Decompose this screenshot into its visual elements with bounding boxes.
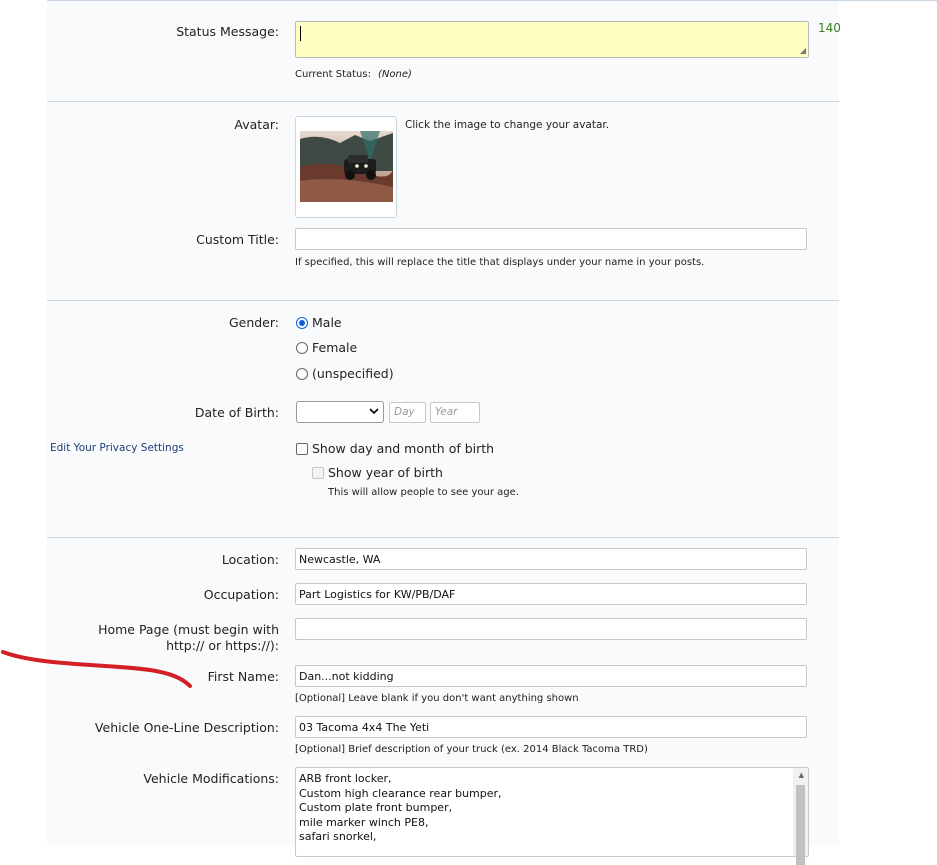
mods-line: safari snorkel, <box>299 830 377 843</box>
scroll-thumb[interactable] <box>796 785 805 865</box>
textarea-scrollbar[interactable]: ▲ <box>793 768 808 865</box>
vehicle-desc-input[interactable]: 03 Tacoma 4x4 The Yeti <box>295 716 807 738</box>
top-border <box>47 0 937 1</box>
location-label: Location: <box>221 552 279 567</box>
gender-option-label: (unspecified) <box>312 366 394 381</box>
dob-month-select[interactable] <box>296 401 384 423</box>
current-status-value: (None) <box>378 69 412 80</box>
homepage-input[interactable] <box>295 618 807 640</box>
show-day-month-label: Show day and month of birth <box>312 441 495 456</box>
first-name-desc: [Optional] Leave blank if you don't want… <box>295 693 579 704</box>
occupation-label: Occupation: <box>203 587 279 602</box>
gender-option-label: Male <box>312 315 342 330</box>
show-day-month-checkbox-row[interactable]: Show day and month of birth <box>296 441 494 457</box>
gender-option-label: Female <box>312 340 358 355</box>
section-divider <box>47 300 839 301</box>
avatar-label: Avatar: <box>234 117 279 132</box>
radio-selected-icon[interactable] <box>296 317 308 329</box>
location-input[interactable]: Newcastle, WA <box>295 548 807 570</box>
mods-line: ARB front locker, <box>299 772 392 785</box>
resize-grip-icon[interactable]: ◢ <box>800 47 806 55</box>
radio-icon[interactable] <box>296 368 308 380</box>
custom-title-desc: If specified, this will replace the titl… <box>295 257 705 268</box>
vehicle-mods-label: Vehicle Modifications: <box>143 771 279 786</box>
dob-label: Date of Birth: <box>194 405 279 420</box>
mods-line: Custom high clearance rear bumper, <box>299 786 502 800</box>
mods-line: Custom plate front bumper, <box>299 801 453 814</box>
gender-unspecified-option[interactable]: (unspecified) <box>296 366 394 382</box>
gender-male-option[interactable]: Male <box>296 315 342 331</box>
vehicle-desc-label: Vehicle One-Line Description: <box>94 720 279 735</box>
avatar-button[interactable] <box>295 116 397 218</box>
vehicle-desc-hint: [Optional] Brief description of your tru… <box>295 744 648 755</box>
checkbox-disabled-icon[interactable] <box>312 467 324 479</box>
status-char-count: 140 <box>818 21 841 35</box>
mods-line: mile marker winch PE8, <box>299 815 429 829</box>
avatar-image[interactable] <box>300 131 393 202</box>
section-divider <box>47 537 839 538</box>
avatar-hint: Click the image to change your avatar. <box>405 119 610 131</box>
scroll-up-arrow-icon[interactable]: ▲ <box>799 771 804 779</box>
gender-label: Gender: <box>228 315 279 330</box>
show-year-label: Show year of birth <box>328 465 443 480</box>
custom-title-input[interactable] <box>295 228 807 250</box>
status-message-input[interactable]: ◢ <box>295 21 809 58</box>
first-name-input[interactable]: Dan...not kidding <box>295 665 807 687</box>
text-caret <box>300 26 301 41</box>
gender-female-option[interactable]: Female <box>296 340 357 356</box>
dob-year-input[interactable]: Year <box>430 402 480 423</box>
show-year-checkbox-row[interactable]: Show year of birth <box>312 465 443 481</box>
vehicle-mods-lines: ARB front locker, Custom high clearance … <box>299 772 502 845</box>
vehicle-mods-textarea[interactable]: ARB front locker, Custom high clearance … <box>295 767 809 865</box>
red-underline-annotation <box>1 650 192 688</box>
current-status-label: Current Status: <box>295 69 371 80</box>
status-message-label: Status Message: <box>176 24 279 39</box>
section-divider <box>47 101 839 102</box>
dob-day-input[interactable]: Day <box>389 402 426 423</box>
chevron-down-icon <box>369 405 379 420</box>
custom-title-label: Custom Title: <box>196 232 279 247</box>
occupation-input[interactable]: Part Logistics for KW/PB/DAF <box>295 583 807 605</box>
first-name-label: First Name: <box>207 669 279 684</box>
checkbox-icon[interactable] <box>296 443 308 455</box>
show-year-desc: This will allow people to see your age. <box>328 487 519 498</box>
edit-privacy-link[interactable]: Edit Your Privacy Settings <box>50 442 184 454</box>
radio-icon[interactable] <box>296 342 308 354</box>
